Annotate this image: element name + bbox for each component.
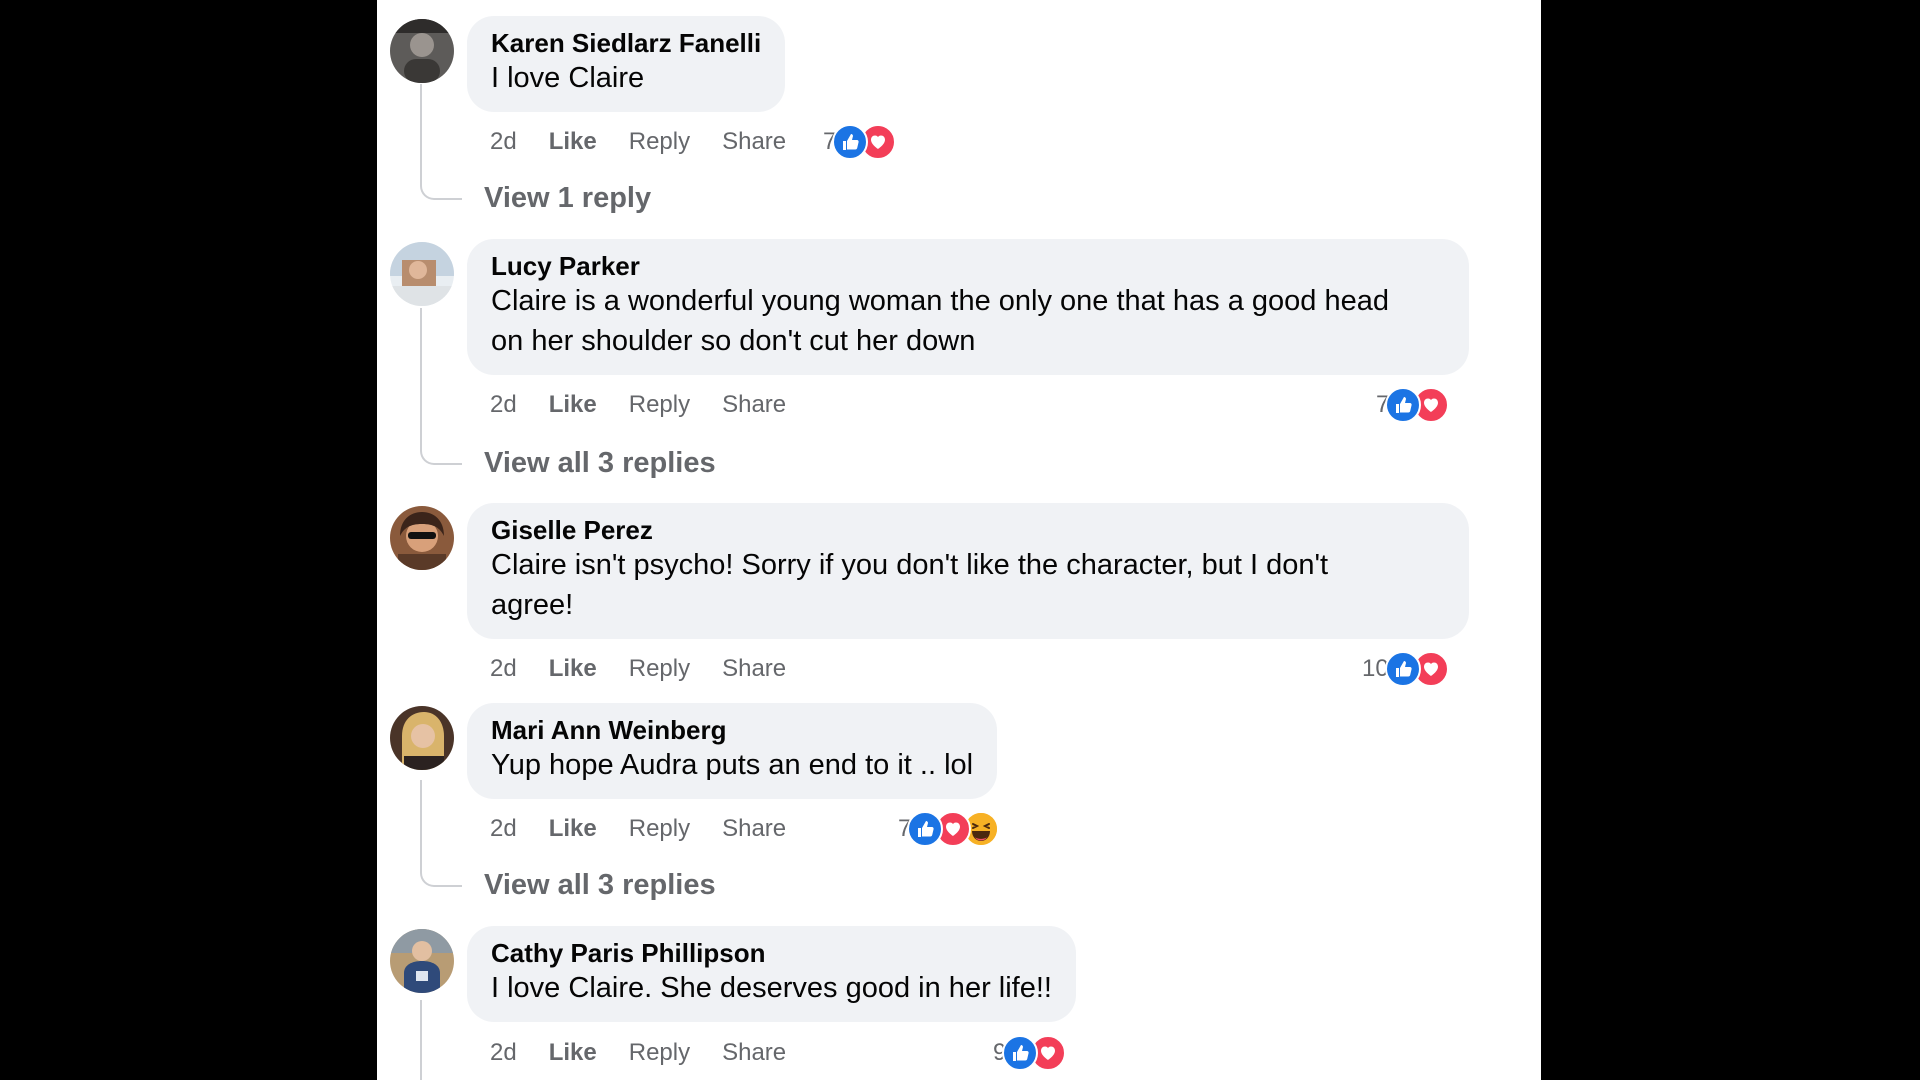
- comment-bubble: Mari Ann Weinberg Yup hope Audra puts an…: [467, 703, 998, 799]
- like-button[interactable]: Like: [549, 128, 597, 156]
- share-button[interactable]: Share: [722, 655, 786, 683]
- reaction-summary[interactable]: 10: [1362, 649, 1449, 689]
- thread-connector: [420, 867, 462, 887]
- comment-text: Yup hope Audra puts an end to it .. lol: [491, 749, 974, 781]
- comment-timestamp[interactable]: 2d: [490, 1039, 517, 1067]
- comment-actions: 2d Like Reply Share: [490, 385, 818, 425]
- reaction-summary[interactable]: 7: [898, 809, 1000, 849]
- avatar[interactable]: [390, 929, 454, 993]
- comment-actions: 2d Like Reply Share: [490, 809, 818, 849]
- avatar[interactable]: [390, 19, 454, 83]
- comment-author[interactable]: Cathy Paris Phillipson: [491, 938, 1052, 968]
- reply-button[interactable]: Reply: [629, 655, 690, 683]
- comment-actions: 2d Like Reply Share: [490, 122, 818, 162]
- comment-actions: 2d Like Reply Share: [490, 649, 818, 689]
- avatar[interactable]: [390, 242, 454, 306]
- like-button[interactable]: Like: [549, 815, 597, 843]
- comments-panel: Karen Siedlarz Fanelli I love Claire 2d …: [377, 0, 1541, 1080]
- reaction-summary[interactable]: 7: [1376, 385, 1450, 425]
- comment-text-line: on her shoulder so don't cut her down: [491, 325, 976, 357]
- comment-author[interactable]: Lucy Parker: [491, 251, 1445, 281]
- thread-line: [420, 780, 422, 870]
- share-button[interactable]: Share: [722, 815, 786, 843]
- comment-author[interactable]: Giselle Perez: [491, 515, 1445, 545]
- like-icon: [1002, 1035, 1039, 1071]
- avatar[interactable]: [390, 506, 454, 570]
- comment-timestamp[interactable]: 2d: [490, 391, 517, 419]
- reply-button[interactable]: Reply: [629, 391, 690, 419]
- comment-text: I love Claire: [491, 62, 645, 94]
- comment-text-line: agree!: [491, 589, 574, 621]
- reaction-summary[interactable]: 9: [993, 1033, 1067, 1073]
- share-button[interactable]: Share: [722, 1039, 786, 1067]
- comment-text-line: Claire is a wonderful young woman the on…: [491, 285, 1389, 317]
- like-icon: [1384, 651, 1421, 687]
- reply-button[interactable]: Reply: [629, 815, 690, 843]
- avatar[interactable]: [390, 706, 454, 770]
- view-replies-link[interactable]: View all 3 replies: [484, 865, 716, 905]
- comment-bubble: Giselle Perez Claire isn't psycho! Sorry…: [467, 503, 1469, 639]
- reaction-summary[interactable]: 7: [823, 122, 897, 162]
- like-button[interactable]: Like: [549, 391, 597, 419]
- view-replies-link[interactable]: View all 3 replies: [484, 443, 716, 483]
- reply-button[interactable]: Reply: [629, 128, 690, 156]
- reply-button[interactable]: Reply: [629, 1039, 690, 1067]
- comment-bubble: Lucy Parker Claire is a wonderful young …: [467, 239, 1469, 375]
- thread-line: [420, 1000, 422, 1080]
- thread-connector: [420, 445, 462, 465]
- comment-author[interactable]: Karen Siedlarz Fanelli: [491, 28, 761, 58]
- comment-timestamp[interactable]: 2d: [490, 655, 517, 683]
- share-button[interactable]: Share: [722, 128, 786, 156]
- like-button[interactable]: Like: [549, 655, 597, 683]
- comment-text: I love Claire. She deserves good in her …: [491, 972, 1052, 1004]
- view-replies-link[interactable]: View 1 reply: [484, 178, 651, 218]
- thread-line: [420, 84, 422, 184]
- comment-timestamp[interactable]: 2d: [490, 128, 517, 156]
- like-button[interactable]: Like: [549, 1039, 597, 1067]
- like-icon: [907, 811, 944, 847]
- comment-bubble: Karen Siedlarz Fanelli I love Claire: [467, 16, 786, 112]
- comment-actions: 2d Like Reply Share: [490, 1033, 818, 1073]
- like-icon: [1385, 387, 1422, 423]
- comment-author[interactable]: Mari Ann Weinberg: [491, 715, 973, 745]
- comment-timestamp[interactable]: 2d: [490, 815, 517, 843]
- share-button[interactable]: Share: [722, 391, 786, 419]
- thread-connector: [420, 180, 462, 200]
- comment-text-line: Claire isn't psycho! Sorry if you don't …: [491, 549, 1329, 581]
- comment-bubble: Cathy Paris Phillipson I love Claire. Sh…: [467, 926, 1076, 1022]
- like-icon: [832, 124, 869, 160]
- thread-line: [420, 308, 422, 448]
